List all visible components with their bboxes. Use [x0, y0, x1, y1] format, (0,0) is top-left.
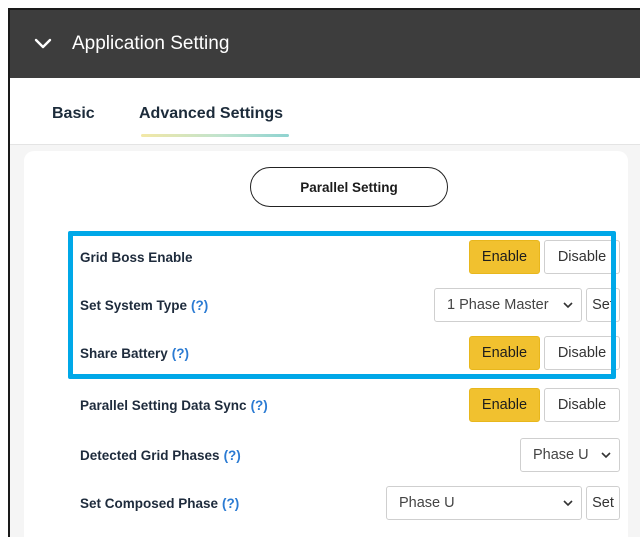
help-link[interactable]: (?)	[191, 298, 208, 313]
enable-button[interactable]: Enable	[469, 240, 540, 274]
chevron-down-icon[interactable]	[32, 33, 54, 55]
section-title: Application Setting	[72, 33, 230, 54]
row-parallel-data-sync: Parallel Setting Data Sync (?) Enable Dis…	[80, 387, 620, 423]
chevron-down-icon	[563, 300, 573, 310]
parallel-setting-button[interactable]: Parallel Setting	[250, 167, 448, 207]
row-label: Detected Grid Phases (?)	[80, 447, 241, 463]
row-label: Parallel Setting Data Sync (?)	[80, 397, 268, 413]
chevron-down-icon	[601, 450, 611, 460]
set-button[interactable]: Set	[586, 288, 620, 322]
system-type-select[interactable]: 1 Phase Master	[434, 288, 582, 322]
help-link[interactable]: (?)	[222, 496, 239, 511]
select-value: 1 Phase Master	[447, 297, 549, 313]
composed-phase-select[interactable]: Phase U	[386, 486, 582, 520]
disable-button[interactable]: Disable	[544, 240, 620, 274]
row-set-composed-phase: Set Composed Phase (?) Phase U Set	[80, 485, 620, 521]
row-label: Grid Boss Enable	[80, 249, 193, 265]
row-detected-grid-phases: Detected Grid Phases (?) Phase U	[80, 437, 620, 473]
enable-button[interactable]: Enable	[469, 388, 540, 422]
help-link[interactable]: (?)	[172, 346, 189, 361]
select-value: Phase U	[399, 495, 455, 511]
row-label: Share Battery (?)	[80, 345, 190, 361]
settings-card: Parallel Setting Grid Boss Enable Enable…	[24, 151, 628, 537]
tab-advanced-settings[interactable]: Advanced Settings	[139, 105, 283, 123]
disable-button[interactable]: Disable	[544, 336, 620, 370]
help-link[interactable]: (?)	[251, 398, 268, 413]
help-link[interactable]: (?)	[224, 448, 241, 463]
grid-phases-select[interactable]: Phase U	[520, 438, 620, 472]
disable-button[interactable]: Disable	[544, 388, 620, 422]
active-tab-indicator	[141, 134, 289, 137]
select-value: Phase U	[533, 447, 589, 463]
row-label: Set System Type (?)	[80, 297, 209, 313]
row-grid-boss-enable: Grid Boss Enable Enable Disable	[80, 239, 620, 275]
row-share-battery: Share Battery (?) Enable Disable	[80, 335, 620, 371]
app-window: Application Setting Basic Advanced Setti…	[8, 8, 640, 537]
chevron-down-icon	[563, 498, 573, 508]
set-button[interactable]: Set	[586, 486, 620, 520]
tab-bar: Basic Advanced Settings	[10, 78, 640, 145]
row-set-system-type: Set System Type (?) 1 Phase Master Set	[80, 287, 620, 323]
tab-basic[interactable]: Basic	[52, 105, 95, 123]
enable-button[interactable]: Enable	[469, 336, 540, 370]
section-header[interactable]: Application Setting	[10, 10, 640, 78]
row-label: Set Composed Phase (?)	[80, 495, 240, 511]
